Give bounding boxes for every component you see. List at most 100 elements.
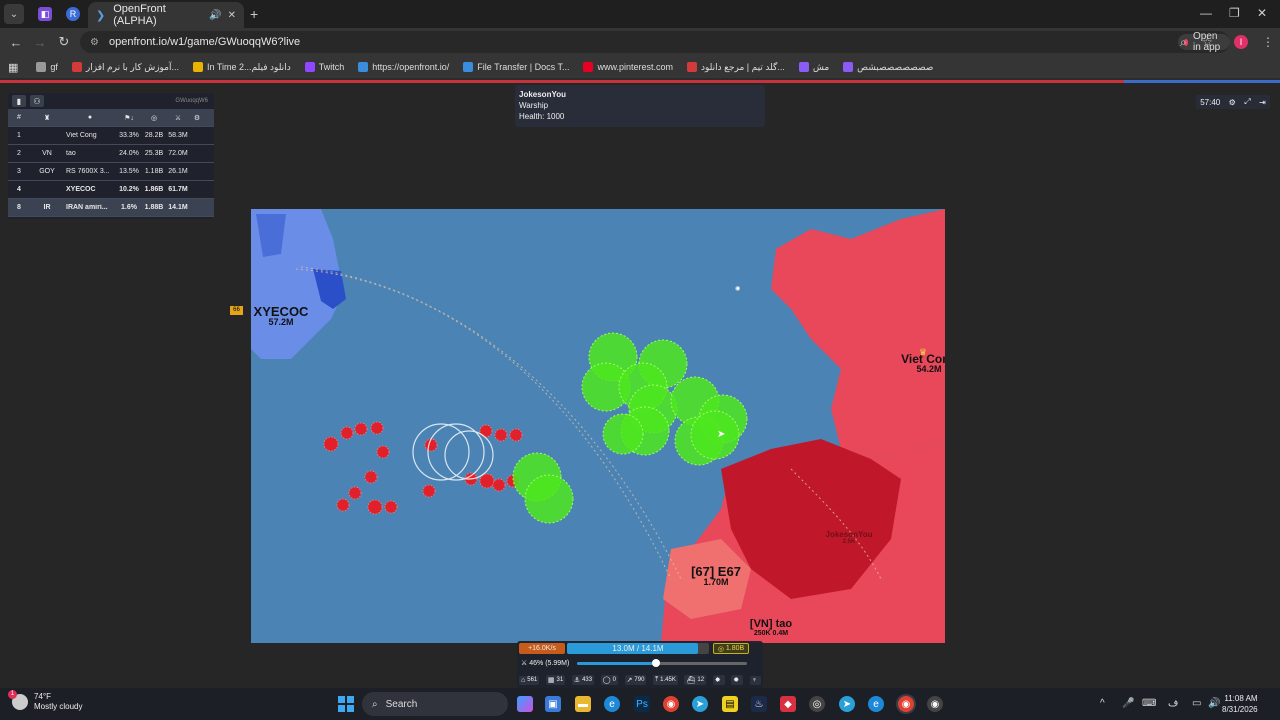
bookmark-item[interactable]: https://openfront.io/ (358, 62, 449, 73)
leaderboard-row[interactable]: 8 IR IRAN amiri... 1.6% 1.88B 14.1M (8, 199, 214, 217)
edge-2-icon[interactable]: e (868, 696, 884, 712)
close-icon[interactable]: ✕ (228, 10, 236, 21)
bookmark-item[interactable]: گلد تیم | مرجع دانلود... (687, 62, 785, 73)
player-label-xyecoc[interactable]: XYECOC 57.2M (251, 305, 316, 327)
apps-grid-icon[interactable]: ▦ (8, 61, 18, 74)
chrome-active-icon[interactable]: ◉ (898, 696, 914, 712)
weather-desc: Mostly cloudy (34, 702, 83, 711)
player-label-tao[interactable]: [VN] tao 250K 0.4M (731, 619, 811, 638)
profile-avatar[interactable]: I (1234, 35, 1248, 49)
chevron-up-icon[interactable]: ^ (1100, 698, 1105, 709)
microphone-icon[interactable]: 🎤 (1122, 698, 1134, 709)
settings-gear-icon[interactable]: ⚙ (1229, 98, 1236, 107)
bookmark-star-icon[interactable]: ☆ (1202, 35, 1213, 49)
forward-arrow-icon[interactable]: → (28, 35, 52, 50)
bookmark-item[interactable]: In Time 2...دانلود فیلم (193, 62, 291, 73)
weather-widget[interactable]: 1 74°F Mostly cloudy (8, 690, 83, 712)
leaderboard-row[interactable]: 2 VN tao 24.0% 25.3B 72.0M (8, 145, 214, 163)
build-hydrogen-bomb-button[interactable]: ✹ (731, 675, 744, 685)
kebab-menu-icon[interactable]: ⋮ (1262, 35, 1274, 49)
game-map[interactable]: XYECOC 57.2M Viet Cong 54.2M [67] E67 1.… (251, 209, 945, 643)
leaderboard-header-cell[interactable]: ● (64, 114, 116, 121)
build-warship-button[interactable]: ⛴ 12 (684, 675, 707, 685)
reload-icon[interactable]: ↻ (52, 34, 76, 50)
language-icon[interactable]: ف (1168, 698, 1178, 709)
attack-ratio-slider[interactable] (577, 658, 748, 667)
build-missile-silo-button[interactable]: ↗ 790 (624, 675, 647, 685)
folder-icon[interactable]: ▬ (575, 696, 591, 712)
leaderboard-header-cell[interactable]: ⚑↓ (116, 114, 142, 122)
start-button[interactable] (338, 696, 354, 712)
new-tab-button[interactable]: + (250, 6, 258, 22)
zoom-icon[interactable]: ⌕ (1180, 35, 1187, 50)
build-atom-bomb-button[interactable]: ✸ (712, 675, 725, 685)
hydrogen-bomb-icon: ✹ (733, 677, 740, 684)
speaker-icon[interactable]: 🔊 (209, 10, 221, 21)
leaderboard-header: # ♜ ● ⚑↓ ◎ ⚔ ⚙ (8, 109, 214, 127)
tab-title: OpenFront (ALPHA) (113, 3, 166, 27)
tab-search-button[interactable]: ⌄ (4, 4, 24, 24)
telegram-icon[interactable]: ➤ (692, 696, 708, 712)
leaderboard-header-cell[interactable]: ◎ (142, 114, 166, 122)
bookmark-item[interactable]: صصصصصصصبشص (843, 62, 933, 73)
exit-icon[interactable]: ⇥ (1259, 98, 1266, 107)
taskbar-clock[interactable]: 11:08 AM 8/31/2026 (1222, 693, 1258, 715)
store-icon[interactable]: ▣ (545, 696, 561, 712)
close-window-icon[interactable]: ✕ (1257, 6, 1267, 20)
player-label-jokesonyou[interactable]: JokesonYou 2.5K (809, 531, 889, 546)
copilot-icon[interactable] (517, 696, 533, 712)
player-label-e67[interactable]: [67] E67 1.70M (671, 565, 761, 587)
keyboard-icon[interactable]: ⌨ (1142, 698, 1156, 709)
bookmark-item[interactable]: مش (798, 62, 829, 73)
obs-icon[interactable]: ◎ (809, 696, 825, 712)
back-arrow-icon[interactable]: ← (4, 35, 28, 50)
leaderboard-header-cell[interactable]: ⚔ (166, 114, 190, 122)
chrome-icon[interactable]: ◉ (663, 696, 679, 712)
build-factory-button[interactable]: ▦ 31 (545, 675, 566, 685)
bookmark-item[interactable]: آموزش کار با نرم افزار... (71, 62, 179, 73)
leaderboard-row[interactable]: 3 GOY RS 7600X 3... 13.5% 1.18B 26.1M (8, 163, 214, 181)
network-icon[interactable]: ▭ (1192, 698, 1201, 709)
leaderboard-header-cell[interactable]: ♜ (30, 114, 64, 122)
steam-icon[interactable]: ♨ (751, 696, 767, 712)
leaderboard-header-cell[interactable]: ⚙ (190, 114, 204, 122)
leaderboard-cell-gold: 1.86B (144, 186, 164, 193)
coin-icon: ◎ (717, 645, 724, 653)
photoshop-icon[interactable]: Ps (634, 696, 650, 712)
bookmark-item[interactable]: Twitch (304, 62, 344, 73)
team-toggle-button[interactable]: ⚇ (30, 95, 44, 107)
map-marker-tag[interactable]: 66 (230, 306, 243, 315)
restore-icon[interactable]: ❐ (1229, 6, 1240, 20)
leaderboard-toggle-button[interactable]: ▮ (12, 95, 26, 107)
taskbar-search[interactable]: ⌕ Search (362, 692, 508, 716)
leaderboard-row[interactable]: 1 Viet Cong 33.3% 28.2B 58.3M (8, 127, 214, 145)
player-label-viet-cong[interactable]: Viet Cong 54.2M (887, 353, 945, 374)
site-info-icon[interactable]: ⚙ (90, 37, 99, 48)
unit-tooltip: JokesonYou Warship Health: 1000 (515, 85, 765, 127)
active-tab[interactable]: ❯ OpenFront (ALPHA) 🔊 ✕ (88, 2, 244, 28)
bookmark-item[interactable]: gf (36, 62, 58, 73)
build-city-button[interactable]: ⌂ 561 (519, 675, 540, 685)
build-mirv-button[interactable]: ♆ (749, 675, 761, 685)
fullscreen-icon[interactable]: ⤢ (1244, 97, 1250, 107)
notes-icon[interactable]: ▤ (722, 696, 738, 712)
minimize-icon[interactable]: — (1200, 6, 1212, 20)
unit-count: 12 (697, 677, 705, 683)
volume-icon[interactable]: 🔊 (1208, 698, 1220, 709)
chromium-icon[interactable]: ◉ (927, 696, 943, 712)
leaderboard-row[interactable]: 4 XYECOC 10.2% 1.86B 61.7M (8, 181, 214, 199)
build-port-button[interactable]: ⚓ 433 (571, 675, 595, 685)
bookmark-item[interactable]: www.pinterest.com (583, 62, 673, 73)
address-bar[interactable]: ⚙ openfront.io/w1/game/GWuoqqW6?live Ope… (80, 31, 1230, 53)
leaderboard-header-cell[interactable]: # (8, 114, 30, 121)
edge-icon[interactable]: e (604, 696, 620, 712)
attack-ratio-knob[interactable] (651, 658, 660, 667)
pinned-tab-1[interactable]: ◧ (38, 7, 52, 21)
notification-badge: 1 (8, 690, 17, 699)
build-defense-button[interactable]: ◯ 0 (600, 675, 618, 685)
telegram-2-icon[interactable]: ➤ (839, 696, 855, 712)
bookmark-item[interactable]: File Transfer | Docs T... (463, 62, 569, 73)
pinned-tab-2[interactable]: R (66, 7, 80, 21)
build-sam-button[interactable]: ⤒ 1.45K (653, 675, 678, 685)
anydesk-icon[interactable]: ◆ (780, 696, 796, 712)
